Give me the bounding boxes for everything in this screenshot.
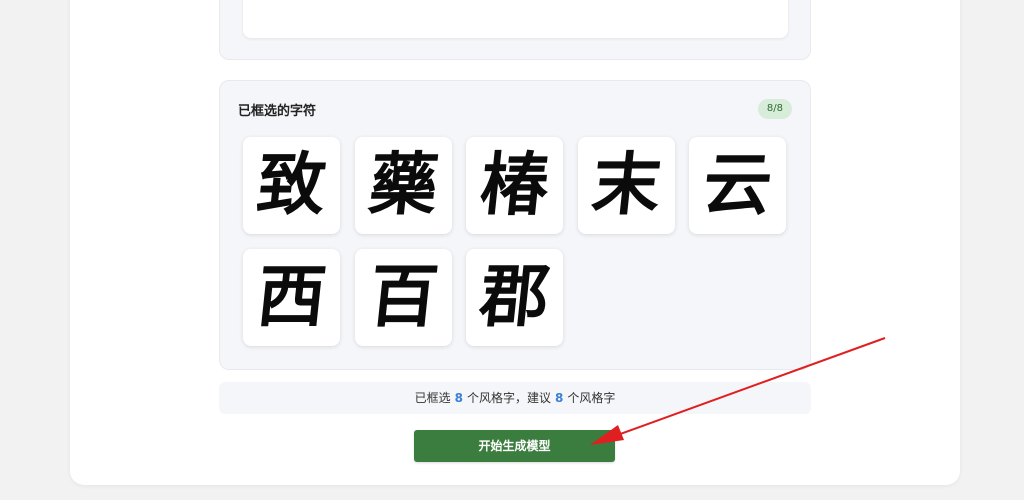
panel-title: 已框选的字符: [238, 104, 317, 119]
character-tile[interactable]: 郡: [466, 249, 563, 346]
character-glyph: 郡: [476, 257, 553, 337]
upload-panel: [219, 0, 811, 60]
count-badge: 8/8: [757, 99, 792, 119]
character-tile[interactable]: 致: [243, 137, 340, 234]
character-tile[interactable]: 云: [689, 137, 786, 234]
character-glyph: 百: [365, 257, 442, 337]
selection-info-bar: 已框选 8 个风格字，建议 8 个风格字: [219, 382, 811, 414]
character-glyph: 致: [253, 145, 330, 225]
character-tile[interactable]: 西: [243, 249, 340, 346]
upload-preview-area[interactable]: [243, 0, 788, 38]
page: 已框选的字符 8/8 致 藥 椿 末 云 西 百 郡 已框选 8 个风格字，建议 8 个…: [0, 0, 1024, 500]
character-tile[interactable]: 椿: [466, 137, 563, 234]
character-tile[interactable]: 末: [578, 137, 675, 234]
character-glyph: 西: [253, 257, 330, 337]
selected-count: 8: [454, 391, 463, 405]
character-glyph: 云: [699, 145, 776, 225]
suggested-count: 8: [555, 391, 564, 405]
info-prefix: 已框选: [414, 391, 451, 405]
character-glyph: 藥: [365, 145, 442, 225]
character-glyph: 末: [588, 145, 665, 225]
info-middle: 个风格字，建议: [466, 391, 551, 405]
selected-characters-panel: 已框选的字符 8/8 致 藥 椿 末 云 西 百 郡: [219, 80, 811, 370]
character-glyph: 椿: [476, 145, 553, 225]
character-tile[interactable]: 百: [355, 249, 452, 346]
info-suffix: 个风格字: [567, 391, 616, 405]
character-tile[interactable]: 藥: [355, 137, 452, 234]
start-generate-model-button[interactable]: 开始生成模型: [414, 430, 615, 462]
